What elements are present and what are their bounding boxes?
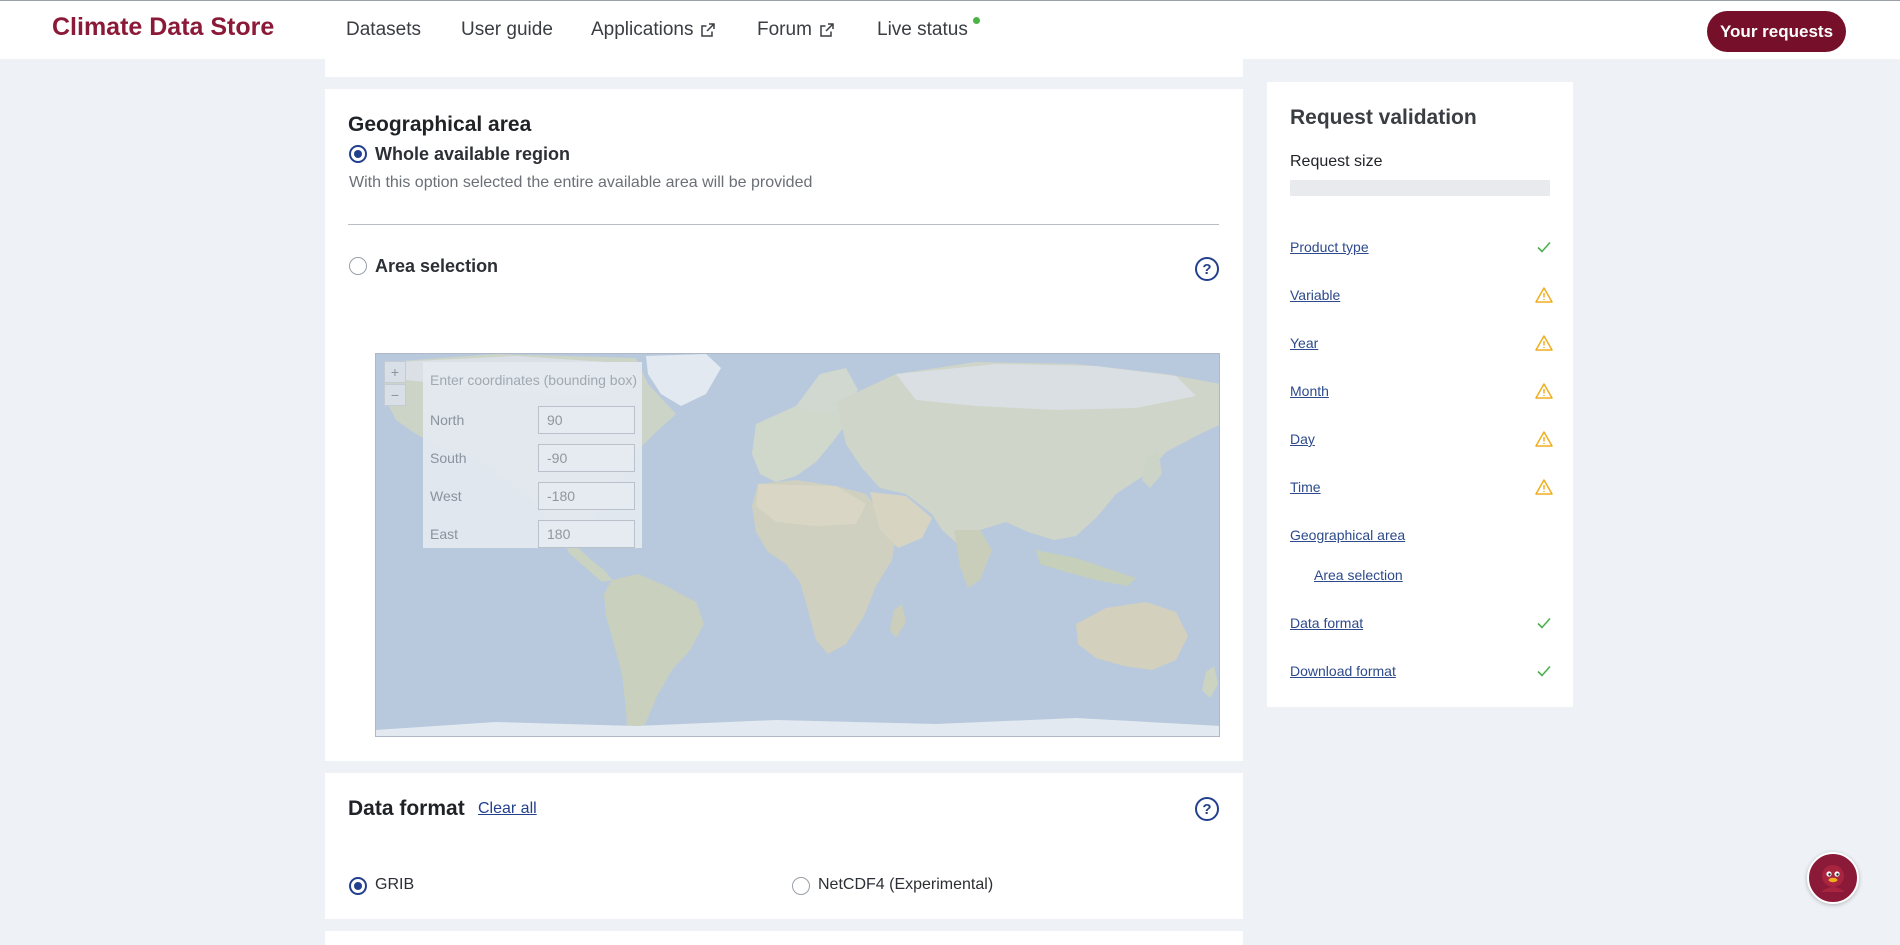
request-validation-panel: Request validation Request size Product …: [1267, 82, 1573, 707]
live-status-dot-icon: [972, 17, 980, 24]
nav-forum-label: Forum: [757, 19, 812, 40]
world-map[interactable]: + − Enter coordinates (bounding box) Nor…: [375, 353, 1220, 737]
next-section-card: [325, 931, 1243, 945]
nav-live-status[interactable]: Live status: [877, 17, 980, 41]
warning-icon: [1535, 335, 1553, 351]
north-input[interactable]: [538, 406, 635, 434]
east-label: East: [430, 526, 459, 542]
nav-applications-label: Applications: [591, 19, 694, 40]
netcdf4-label[interactable]: NetCDF4 (Experimental): [818, 876, 993, 894]
data-format-title: Data format: [348, 797, 465, 820]
nav-live-status-label: Live status: [877, 19, 968, 40]
area-selection-radio[interactable]: [349, 257, 367, 275]
clear-all-link[interactable]: Clear all: [478, 800, 537, 818]
validation-link-day[interactable]: Day: [1290, 431, 1315, 447]
warning-icon: [1535, 479, 1553, 495]
nav-user-guide-label: User guide: [461, 19, 553, 40]
nav-datasets-label: Datasets: [346, 19, 421, 40]
validation-link-product-type[interactable]: Product type: [1290, 239, 1369, 255]
divider: [348, 224, 1219, 225]
help-icon[interactable]: ?: [1195, 797, 1219, 821]
whole-region-hint: With this option selected the entire ava…: [349, 174, 813, 191]
nav-applications[interactable]: Applications: [591, 19, 716, 41]
external-link-icon: [701, 23, 716, 37]
data-format-card: [325, 773, 1243, 919]
whole-region-radio[interactable]: [349, 145, 367, 163]
netcdf4-radio[interactable]: [792, 877, 810, 895]
zoom-in-button[interactable]: +: [384, 361, 406, 383]
warning-icon: [1535, 383, 1553, 399]
chat-assistant-button[interactable]: [1807, 852, 1859, 904]
validation-link-area-selection[interactable]: Area selection: [1314, 567, 1403, 583]
whole-region-label[interactable]: Whole available region: [375, 144, 570, 165]
grib-radio[interactable]: [349, 877, 367, 895]
site-logo[interactable]: Climate Data Store: [52, 13, 274, 42]
request-validation-title: Request validation: [1290, 106, 1477, 129]
warning-icon: [1535, 431, 1553, 447]
east-input[interactable]: [538, 520, 635, 548]
top-navigation-bar: Climate Data Store Datasets User guide A…: [0, 0, 1900, 59]
previous-section-card: [325, 59, 1243, 77]
nav-datasets[interactable]: Datasets: [346, 19, 421, 41]
validation-link-data-format[interactable]: Data format: [1290, 615, 1363, 631]
nav-user-guide[interactable]: User guide: [461, 19, 553, 41]
request-size-label: Request size: [1290, 153, 1383, 170]
validation-link-time[interactable]: Time: [1290, 479, 1321, 495]
geographical-area-title: Geographical area: [348, 113, 532, 136]
your-requests-button[interactable]: Your requests: [1707, 11, 1846, 52]
duck-mascot-icon: [1821, 865, 1845, 892]
west-label: West: [430, 488, 462, 504]
validation-link-variable[interactable]: Variable: [1290, 287, 1340, 303]
check-icon: [1537, 665, 1551, 677]
validation-link-year[interactable]: Year: [1290, 335, 1318, 351]
request-size-bar: [1290, 180, 1550, 196]
west-input[interactable]: [538, 482, 635, 510]
help-icon[interactable]: ?: [1195, 257, 1219, 281]
warning-icon: [1535, 287, 1553, 303]
nav-forum[interactable]: Forum: [757, 19, 834, 41]
area-selection-label[interactable]: Area selection: [375, 256, 498, 277]
grib-label[interactable]: GRIB: [375, 876, 414, 894]
external-link-icon: [820, 23, 834, 37]
north-label: North: [430, 412, 465, 428]
validation-link-geographical-area[interactable]: Geographical area: [1290, 527, 1405, 543]
south-input[interactable]: [538, 444, 635, 472]
south-label: South: [430, 450, 467, 466]
validation-link-month[interactable]: Month: [1290, 383, 1329, 399]
bounding-box-panel: Enter coordinates (bounding box) North S…: [423, 362, 642, 548]
check-icon: [1537, 617, 1551, 629]
bounding-box-title: Enter coordinates (bounding box): [430, 372, 638, 388]
check-icon: [1537, 241, 1551, 253]
zoom-out-button[interactable]: −: [384, 384, 406, 406]
validation-link-download-format[interactable]: Download format: [1290, 663, 1396, 679]
